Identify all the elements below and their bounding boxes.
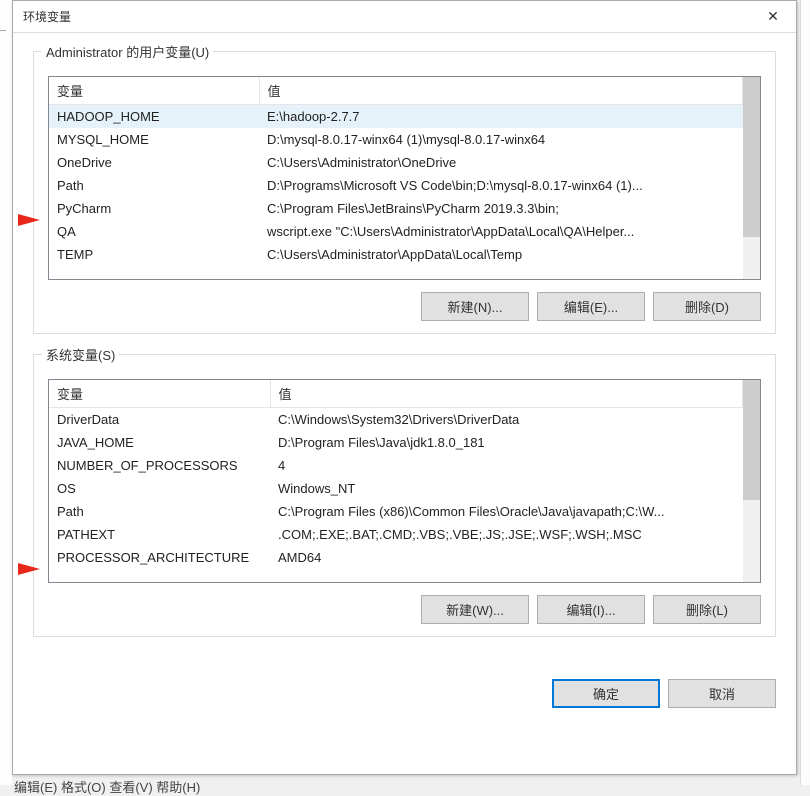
table-row[interactable]: PROCESSOR_ARCHITECTUREAMD64 bbox=[49, 546, 743, 569]
ok-button[interactable]: 确定 bbox=[552, 679, 660, 708]
user-vars-label: Administrator 的用户变量(U) bbox=[42, 42, 213, 61]
var-value-cell: Windows_NT bbox=[270, 477, 743, 500]
table-row[interactable]: JAVA_HOMED:\Program Files\Java\jdk1.8.0_… bbox=[49, 431, 743, 454]
table-row[interactable]: PyCharmC:\Program Files\JetBrains\PyChar… bbox=[49, 197, 743, 220]
var-value-cell: C:\Program Files (x86)\Common Files\Orac… bbox=[270, 500, 743, 523]
user-vars-table: 变量 值 HADOOP_HOMEE:\hadoop-2.7.7MYSQL_HOM… bbox=[49, 77, 743, 266]
table-row[interactable]: NUMBER_OF_PROCESSORS4 bbox=[49, 454, 743, 477]
col-header-value[interactable]: 值 bbox=[270, 380, 743, 408]
system-delete-button[interactable]: 删除(L) bbox=[653, 595, 761, 624]
var-value-cell: .COM;.EXE;.BAT;.CMD;.VBS;.VBE;.JS;.JSE;.… bbox=[270, 523, 743, 546]
var-name-cell: TEMP bbox=[49, 243, 259, 266]
col-header-value[interactable]: 值 bbox=[259, 77, 743, 105]
user-delete-button[interactable]: 删除(D) bbox=[653, 292, 761, 321]
user-new-button[interactable]: 新建(N)... bbox=[421, 292, 529, 321]
var-name-cell: DriverData bbox=[49, 408, 270, 431]
titlebar[interactable]: 环境变量 ✕ bbox=[13, 1, 796, 33]
close-button[interactable]: ✕ bbox=[750, 1, 796, 33]
scroll-thumb[interactable] bbox=[743, 77, 760, 237]
var-name-cell: MYSQL_HOME bbox=[49, 128, 259, 151]
user-vars-list[interactable]: 变量 值 HADOOP_HOMEE:\hadoop-2.7.7MYSQL_HOM… bbox=[48, 76, 761, 280]
dialog-body: Administrator 的用户变量(U) 变量 值 HAD bbox=[13, 33, 796, 671]
cancel-button[interactable]: 取消 bbox=[668, 679, 776, 708]
scroll-thumb[interactable] bbox=[743, 380, 760, 500]
var-name-cell: PROCESSOR_ARCHITECTURE bbox=[49, 546, 270, 569]
var-name-cell: PATHEXT bbox=[49, 523, 270, 546]
background-menu-text: 编辑(E) 格式(O) 查看(V) 帮助(H) bbox=[14, 777, 200, 796]
table-row[interactable]: PathD:\Programs\Microsoft VS Code\bin;D:… bbox=[49, 174, 743, 197]
system-button-row: 新建(W)... 编辑(I)... 删除(L) bbox=[48, 595, 761, 624]
table-row[interactable]: PATHEXT.COM;.EXE;.BAT;.CMD;.VBS;.VBE;.JS… bbox=[49, 523, 743, 546]
right-edge-background bbox=[800, 0, 810, 785]
user-scrollbar[interactable] bbox=[743, 77, 760, 279]
table-row[interactable]: PathC:\Program Files (x86)\Common Files\… bbox=[49, 500, 743, 523]
table-row[interactable]: DriverDataC:\Windows\System32\Drivers\Dr… bbox=[49, 408, 743, 431]
var-value-cell: D:\Program Files\Java\jdk1.8.0_181 bbox=[270, 431, 743, 454]
env-vars-dialog: 环境变量 ✕ Administrator 的用户变量(U) 变量 bbox=[12, 0, 797, 775]
var-name-cell: PyCharm bbox=[49, 197, 259, 220]
var-name-cell: Path bbox=[49, 174, 259, 197]
system-edit-button[interactable]: 编辑(I)... bbox=[537, 595, 645, 624]
var-value-cell: D:\Programs\Microsoft VS Code\bin;D:\mys… bbox=[259, 174, 743, 197]
annotation-arrow-icon bbox=[18, 563, 40, 575]
system-vars-groupbox: 系统变量(S) 变量 值 DriverDataC:\Windo bbox=[33, 354, 776, 637]
system-vars-label: 系统变量(S) bbox=[42, 345, 119, 364]
user-edit-button[interactable]: 编辑(E)... bbox=[537, 292, 645, 321]
table-row[interactable]: MYSQL_HOMED:\mysql-8.0.17-winx64 (1)\mys… bbox=[49, 128, 743, 151]
system-vars-table: 变量 值 DriverDataC:\Windows\System32\Drive… bbox=[49, 380, 743, 569]
dialog-title: 环境变量 bbox=[23, 8, 71, 25]
var-name-cell: QA bbox=[49, 220, 259, 243]
system-new-button[interactable]: 新建(W)... bbox=[421, 595, 529, 624]
var-value-cell: wscript.exe "C:\Users\Administrator\AppD… bbox=[259, 220, 743, 243]
table-row[interactable]: TEMPC:\Users\Administrator\AppData\Local… bbox=[49, 243, 743, 266]
var-value-cell: C:\Program Files\JetBrains\PyCharm 2019.… bbox=[259, 197, 743, 220]
table-row[interactable]: OneDriveC:\Users\Administrator\OneDrive bbox=[49, 151, 743, 174]
var-value-cell: C:\Windows\System32\Drivers\DriverData bbox=[270, 408, 743, 431]
annotation-arrow-icon bbox=[18, 214, 40, 226]
col-header-variable[interactable]: 变量 bbox=[49, 380, 270, 408]
var-value-cell: 4 bbox=[270, 454, 743, 477]
var-value-cell: C:\Users\Administrator\OneDrive bbox=[259, 151, 743, 174]
var-name-cell: OS bbox=[49, 477, 270, 500]
var-name-cell: Path bbox=[49, 500, 270, 523]
table-row[interactable]: OSWindows_NT bbox=[49, 477, 743, 500]
left-edge-background bbox=[0, 0, 12, 785]
user-vars-groupbox: Administrator 的用户变量(U) 变量 值 HAD bbox=[33, 51, 776, 334]
close-icon: ✕ bbox=[767, 8, 779, 25]
var-name-cell: HADOOP_HOME bbox=[49, 105, 259, 128]
var-value-cell: D:\mysql-8.0.17-winx64 (1)\mysql-8.0.17-… bbox=[259, 128, 743, 151]
system-vars-list[interactable]: 变量 值 DriverDataC:\Windows\System32\Drive… bbox=[48, 379, 761, 583]
user-button-row: 新建(N)... 编辑(E)... 删除(D) bbox=[48, 292, 761, 321]
var-value-cell: C:\Users\Administrator\AppData\Local\Tem… bbox=[259, 243, 743, 266]
var-value-cell: E:\hadoop-2.7.7 bbox=[259, 105, 743, 128]
table-row[interactable]: QAwscript.exe "C:\Users\Administrator\Ap… bbox=[49, 220, 743, 243]
table-row[interactable]: HADOOP_HOMEE:\hadoop-2.7.7 bbox=[49, 105, 743, 128]
var-name-cell: OneDrive bbox=[49, 151, 259, 174]
var-name-cell: NUMBER_OF_PROCESSORS bbox=[49, 454, 270, 477]
var-value-cell: AMD64 bbox=[270, 546, 743, 569]
var-name-cell: JAVA_HOME bbox=[49, 431, 270, 454]
dialog-footer: 确定 取消 bbox=[13, 671, 796, 708]
col-header-variable[interactable]: 变量 bbox=[49, 77, 259, 105]
system-scrollbar[interactable] bbox=[743, 380, 760, 582]
